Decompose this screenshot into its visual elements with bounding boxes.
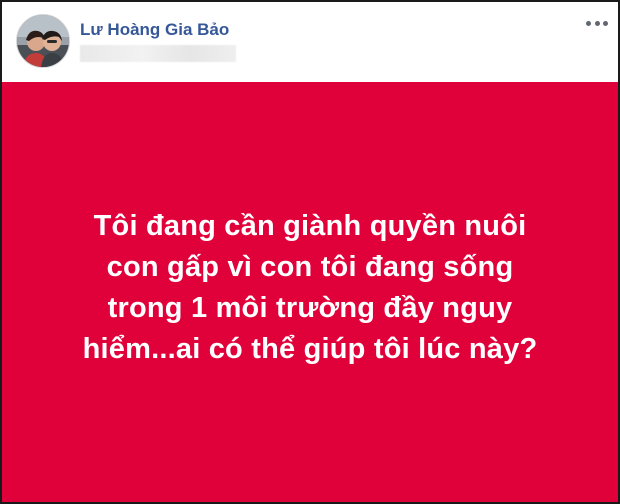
facebook-post-card: Lư Hoàng Gia Bảo Tôi đang cần giành quyề… xyxy=(0,0,620,504)
post-text-line: con gấp vì con tôi đang sống xyxy=(106,251,514,283)
author-name-link[interactable]: Lư Hoàng Gia Bảo xyxy=(80,20,229,40)
post-timestamp-blurred xyxy=(80,45,236,62)
avatar-photo-icon xyxy=(17,15,69,67)
menu-dot xyxy=(594,20,600,26)
more-options-icon[interactable] xyxy=(586,16,608,30)
post-text-line: Tôi đang cần giành quyền nuôi xyxy=(93,210,527,242)
post-text-line: hiểm...ai có thể giúp tôi lúc này? xyxy=(82,333,538,365)
author-avatar[interactable] xyxy=(16,14,70,68)
post-header: Lư Hoàng Gia Bảo xyxy=(2,2,618,82)
post-text-line: trong 1 môi trường đầy nguy xyxy=(107,292,513,324)
menu-dot xyxy=(586,20,591,26)
menu-dot xyxy=(603,20,608,26)
post-background: Tôi đang cần giành quyền nuôi con gấp vì… xyxy=(2,82,618,502)
post-text: Tôi đang cần giành quyền nuôi con gấp vì… xyxy=(30,206,590,370)
